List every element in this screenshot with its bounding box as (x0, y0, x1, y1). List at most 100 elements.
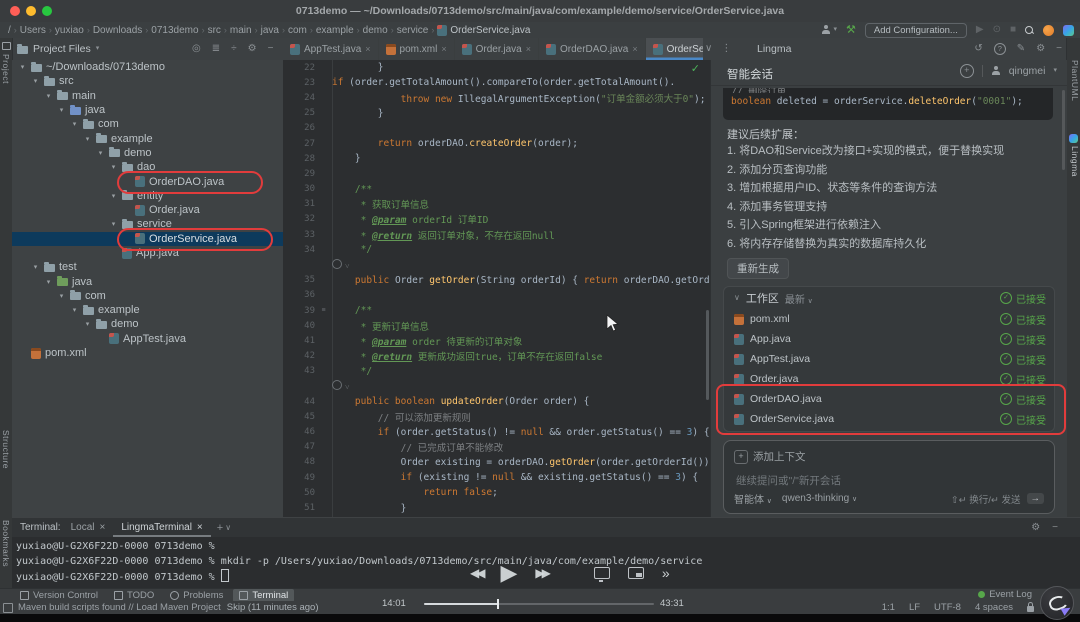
terminal-tab-LingmaTerminal[interactable]: LingmaTerminal× (113, 518, 210, 537)
chevron-down-icon[interactable]: ˅ (345, 383, 350, 392)
editor-tab-Order.java[interactable]: Order.java× (455, 38, 539, 60)
model-select[interactable]: qwen3-thinking ∨ (782, 493, 857, 504)
editor-tab-OrderService.java[interactable]: OrderService.java× (646, 38, 703, 60)
tree-item-~/Downloads/0713demo[interactable]: ▾~/Downloads/0713demo (12, 60, 283, 74)
run-icon[interactable]: ▶ (976, 25, 984, 35)
terminal-tab-Local[interactable]: Local× (63, 518, 114, 537)
chat-tab-label[interactable]: 智能会话 (727, 66, 773, 82)
collapse-all-icon[interactable]: ÷ (231, 44, 237, 54)
tree-item-demo[interactable]: ▾demo (12, 317, 283, 331)
tree-item-main[interactable]: ▾main (12, 89, 283, 103)
tree-item-test[interactable]: ▾test (12, 260, 283, 274)
breadcrumb-item[interactable]: java (261, 25, 279, 36)
editor-scrollbar[interactable] (706, 310, 709, 400)
new-chat-icon[interactable]: ✎ (1017, 44, 1025, 54)
tool-window-structure[interactable]: Structure (1, 430, 11, 469)
gear-icon[interactable]: ⚙ (1031, 523, 1040, 533)
floating-assistant-ball[interactable] (1040, 586, 1074, 620)
expand-all-icon[interactable]: ≣ (212, 44, 220, 54)
user-menu[interactable]: ▾ (821, 25, 837, 35)
status-indicator[interactable]: UTF-8 (934, 602, 961, 613)
ai-lens-icon[interactable] (332, 380, 342, 390)
account-name[interactable]: qingmei (1009, 65, 1046, 77)
lock-icon[interactable] (1027, 606, 1034, 612)
tree-item-OrderDAO.java[interactable]: OrderDAO.java (12, 174, 283, 188)
close-icon[interactable]: × (365, 44, 370, 54)
tree-item-java[interactable]: ▾java (12, 103, 283, 117)
breadcrumb-item[interactable]: OrderService.java (437, 25, 530, 36)
tree-item-demo[interactable]: ▾demo (12, 146, 283, 160)
lingma-logo-icon[interactable] (1063, 25, 1074, 36)
status-skip-link[interactable]: Skip (11 minutes ago) (227, 602, 319, 613)
workspace-file-OrderDAO.java[interactable]: OrderDAO.java✓已接受 (724, 389, 1054, 409)
breadcrumb-item[interactable]: src (208, 25, 221, 36)
chat-input-card[interactable]: + 添加上下文 继续提问或"/"新开会话 智能体 ∨ qwen3-thinkin… (723, 440, 1055, 514)
editor-tab-AppTest.java[interactable]: AppTest.java× (283, 38, 379, 60)
breadcrumb-item[interactable]: demo (363, 25, 388, 36)
collapse-icon[interactable]: ∨ (734, 293, 740, 303)
regenerate-button[interactable]: 重新生成 (727, 258, 789, 279)
code-editor[interactable]: 22 }23if (order.getTotalAmount().compare… (283, 60, 710, 517)
breadcrumb-item[interactable]: main (230, 25, 252, 36)
add-configuration-button[interactable]: Add Configuration... (865, 23, 967, 38)
toolwindow-toggle-icon[interactable] (3, 603, 13, 613)
breadcrumb-item[interactable]: service (397, 25, 429, 36)
status-indicator[interactable]: 1:1 (882, 602, 895, 613)
tree-item-src[interactable]: ▾src (12, 74, 283, 88)
tree-item-OrderService.java[interactable]: OrderService.java (12, 232, 283, 246)
workspace-header[interactable]: ∨ 工作区 最新 ∨ ✓ 已接受 (734, 287, 1046, 309)
status-indicator[interactable]: 4 spaces (975, 602, 1013, 613)
chat-input-placeholder[interactable]: 继续提问或"/"新开会话 (736, 473, 841, 488)
fast-forward-icon[interactable]: ▶▶ (535, 566, 547, 580)
tree-item-example[interactable]: ▾example (12, 303, 283, 317)
project-tool-icon[interactable] (2, 42, 11, 50)
locate-file-icon[interactable]: ◎ (192, 44, 201, 54)
tree-item-AppTest.java[interactable]: AppTest.java (12, 332, 283, 346)
help-icon[interactable]: ? (994, 43, 1006, 55)
chevron-down-icon[interactable]: ˅ (345, 262, 350, 271)
debug-icon[interactable]: ⊙ (993, 25, 1001, 35)
build-hammer-icon[interactable]: ⚒ (846, 25, 856, 35)
terminal-dropdown-icon[interactable]: ∨ (225, 523, 231, 533)
gear-icon[interactable]: ⚙ (1036, 44, 1045, 54)
workspace-file-OrderService.java[interactable]: OrderService.java✓已接受 (724, 409, 1054, 429)
status-indicator[interactable]: LF (909, 602, 920, 613)
breadcrumb-item[interactable]: Users (20, 25, 46, 36)
close-icon[interactable]: × (632, 44, 637, 54)
new-session-icon[interactable]: + (960, 64, 974, 78)
breadcrumb-item[interactable]: yuxiao (55, 25, 84, 36)
play-icon[interactable]: ▶ (500, 560, 517, 586)
rewind-icon[interactable]: ◀◀ (470, 566, 482, 580)
workspace-sort[interactable]: 最新 ∨ (785, 291, 813, 306)
tree-item-com[interactable]: ▾com (12, 117, 283, 131)
breadcrumb-item[interactable]: example (316, 25, 354, 36)
project-tree[interactable]: ▾~/Downloads/0713demo▾src▾main▾java▾com▾… (12, 60, 283, 517)
close-icon[interactable]: × (99, 522, 105, 533)
update-notification-icon[interactable] (1043, 25, 1054, 36)
gear-icon[interactable]: ⚙ (248, 44, 257, 54)
tool-window-plantuml[interactable]: PlantUML (1070, 60, 1080, 101)
cast-screen-icon[interactable] (594, 567, 610, 579)
tab-list-chevron-icon[interactable]: ∨ (705, 44, 712, 54)
tool-window-bookmarks[interactable]: Bookmarks (1, 520, 11, 567)
breadcrumb-item[interactable]: 0713demo (151, 25, 198, 36)
tree-item-service[interactable]: ▾service (12, 217, 283, 231)
event-log-button[interactable]: Event Log (978, 589, 1032, 600)
chevron-down-icon[interactable]: ▾ (96, 44, 100, 54)
add-context-chip[interactable]: + 添加上下文 (734, 449, 806, 464)
tree-item-java[interactable]: ▾java (12, 274, 283, 288)
history-icon[interactable]: ↺ (974, 44, 982, 54)
chat-scrollbar[interactable] (1062, 90, 1065, 170)
workspace-file-Order.java[interactable]: Order.java✓已接受 (724, 369, 1054, 389)
tree-item-example[interactable]: ▾example (12, 131, 283, 145)
new-terminal-icon[interactable]: + (217, 523, 223, 533)
tool-window-lingma[interactable]: Lingma (1070, 146, 1080, 177)
chevron-down-icon[interactable]: ▾ (1053, 66, 1057, 76)
tree-item-com[interactable]: ▾com (12, 289, 283, 303)
workspace-file-pom.xml[interactable]: pom.xml✓已接受 (724, 309, 1054, 329)
agent-select[interactable]: 智能体 ∨ (734, 491, 772, 506)
more-options-icon[interactable]: ⋮ (721, 44, 731, 54)
close-icon[interactable]: × (441, 44, 446, 54)
close-icon[interactable]: × (526, 44, 531, 54)
send-button[interactable]: → (1027, 493, 1045, 504)
